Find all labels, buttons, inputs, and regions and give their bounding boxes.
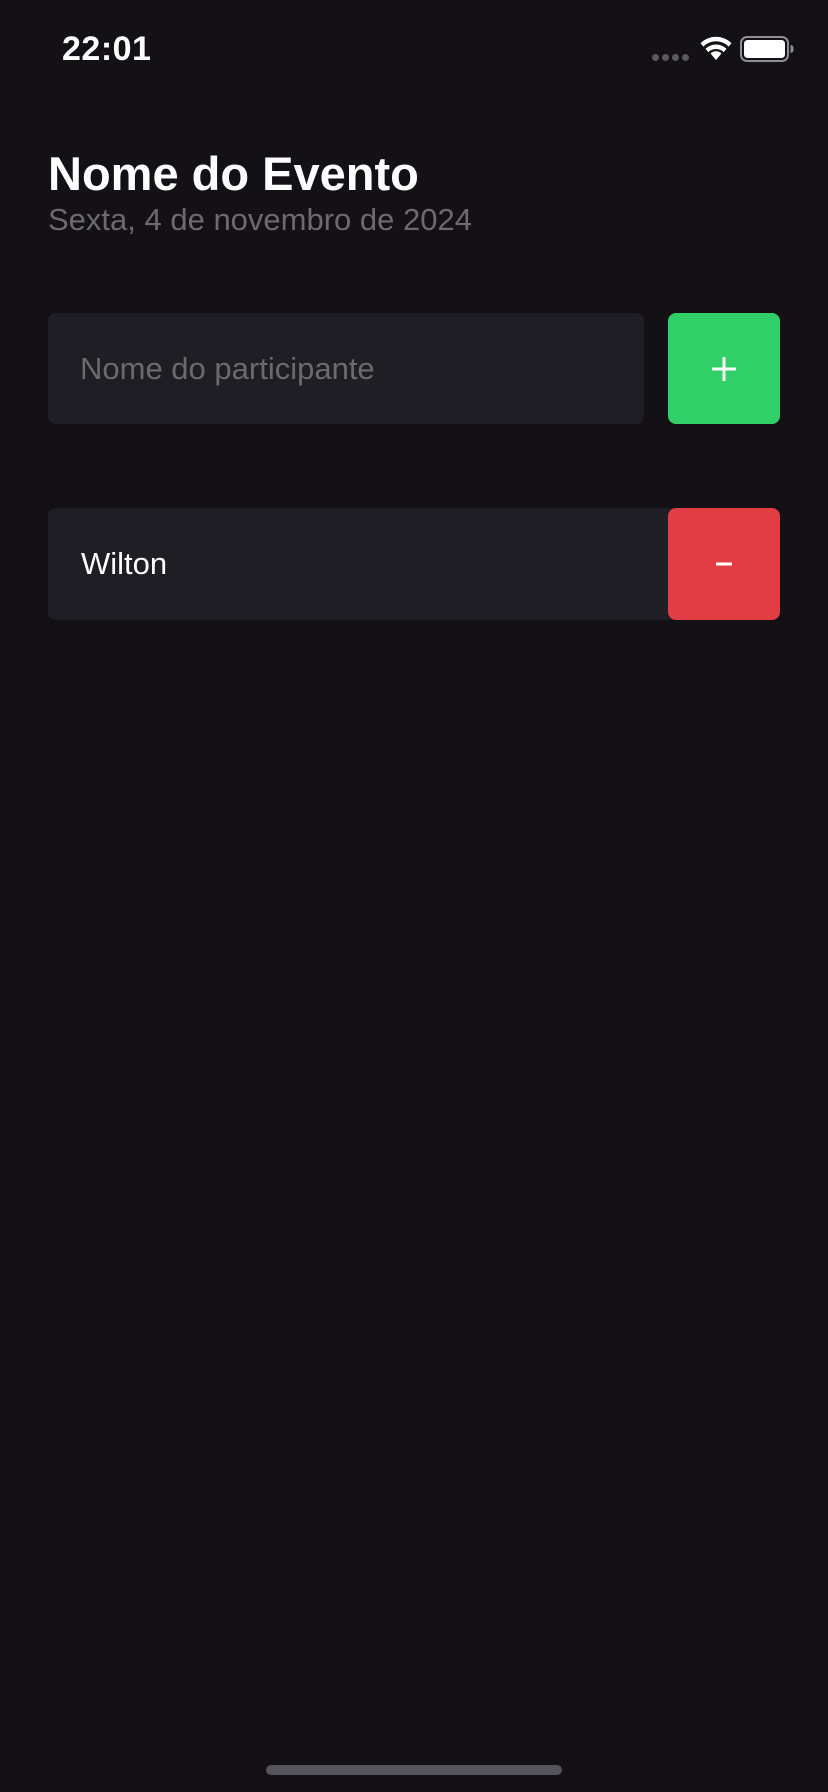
wifi-icon bbox=[700, 36, 732, 60]
add-participant-button[interactable] bbox=[668, 313, 780, 424]
plus-icon bbox=[712, 356, 736, 381]
cellular-signal-icon bbox=[652, 54, 689, 61]
app-screen: 22:01 Nome do Evento Sexta, 4 de novembr… bbox=[0, 0, 828, 1792]
participant-item: Wilton bbox=[48, 508, 780, 620]
event-title: Nome do Evento bbox=[48, 147, 419, 200]
participant-name-input[interactable] bbox=[48, 313, 644, 424]
minus-icon bbox=[716, 562, 732, 566]
event-date: Sexta, 4 de novembro de 2024 bbox=[48, 202, 472, 237]
battery-icon bbox=[740, 36, 794, 62]
remove-participant-button[interactable] bbox=[668, 508, 780, 620]
status-time: 22:01 bbox=[62, 30, 152, 68]
status-bar: 22:01 bbox=[0, 0, 828, 100]
participant-name: Wilton bbox=[81, 546, 168, 581]
home-indicator[interactable] bbox=[266, 1765, 562, 1775]
